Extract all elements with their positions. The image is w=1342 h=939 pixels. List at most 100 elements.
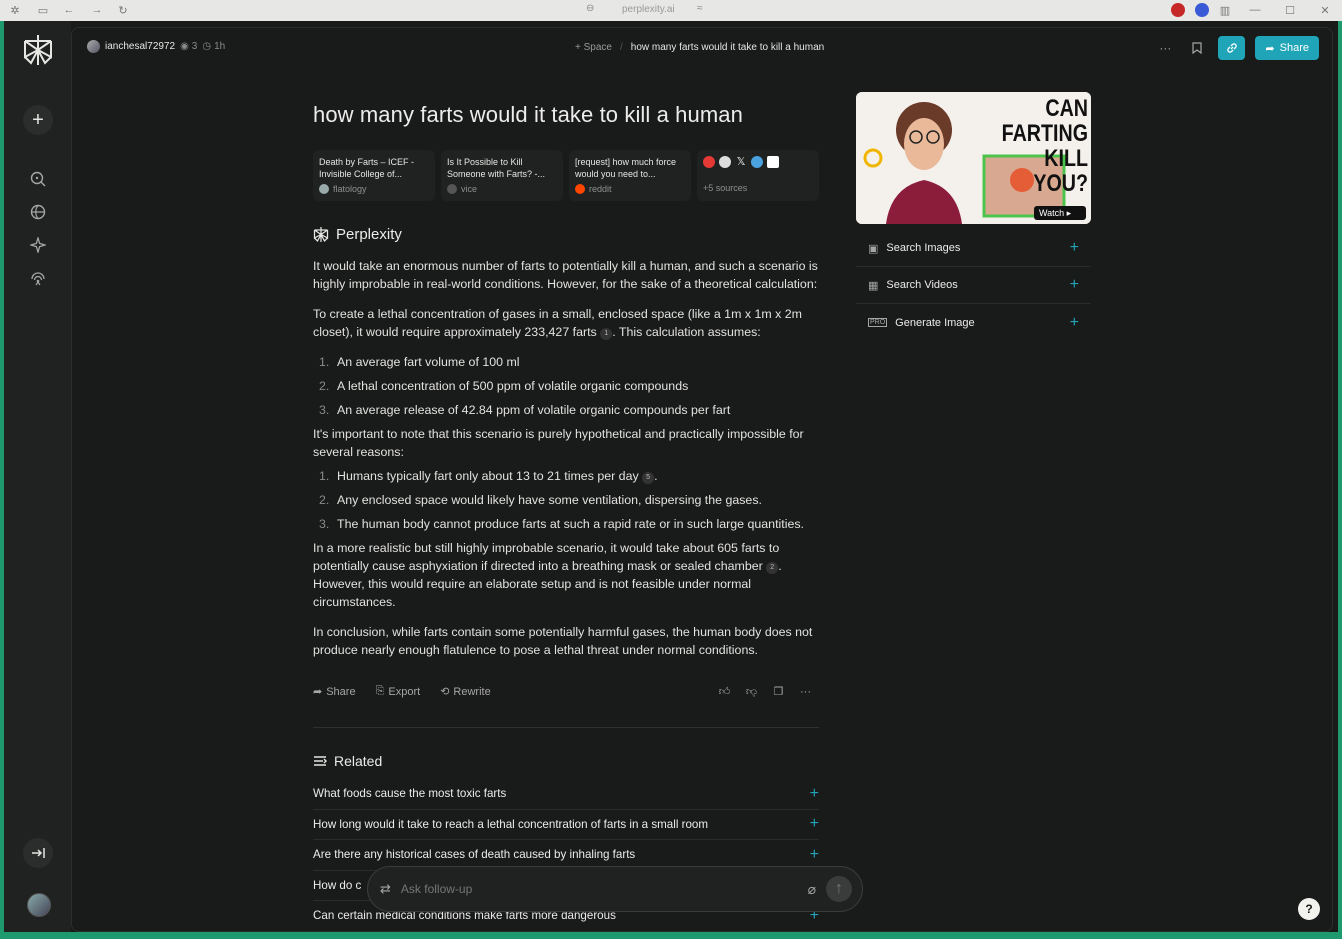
more-sources-label: +5 sources — [703, 183, 748, 193]
follow-up-bar: ⇄ ⌀ ↑ — [367, 866, 863, 912]
source-domain: vice — [461, 184, 478, 194]
divider — [313, 727, 819, 728]
search-home-icon[interactable] — [30, 171, 46, 187]
attach-paperclip-icon[interactable]: ⌀ — [808, 881, 816, 898]
answer-actions: ➦ Share ⎘ Export ⟲ Rewrite 👍︎ 👎︎ ❐ ··· — [313, 685, 819, 698]
snowflake-icon — [751, 156, 763, 168]
source-favicon — [319, 184, 329, 194]
list-item: 1. Humans typically fart only about 13 to… — [313, 467, 819, 485]
library-broadcast-icon[interactable] — [30, 270, 46, 286]
thumbs-down-icon[interactable]: 👎︎ — [738, 685, 765, 698]
related-item[interactable]: How long would it take to reach a lethal… — [313, 810, 819, 840]
maximize-icon[interactable]: ☐ — [1283, 3, 1297, 17]
back-icon[interactable]: ← — [62, 3, 76, 17]
rewrite-icon: ⟲ — [440, 686, 450, 698]
answer-header: Perplexity — [313, 226, 402, 243]
list-text: An average fart volume of 100 ml — [337, 355, 520, 369]
more-icon[interactable]: ··· — [792, 686, 819, 698]
perplexity-icon — [313, 227, 329, 243]
related-text: Are there any historical cases of death … — [313, 848, 636, 862]
spaces-sparkle-icon[interactable] — [30, 237, 46, 253]
search-images-button[interactable]: ▣ Search Images + — [856, 230, 1091, 267]
more-sources-card[interactable]: 𝕏 +5 sources — [697, 150, 819, 201]
source-card[interactable]: Is It Possible to Kill Someone with Fart… — [441, 150, 563, 201]
video-thumbnail[interactable]: CAN FARTING KILL YOU? Watch ▸ — [856, 92, 1091, 224]
owner-avatar — [87, 40, 100, 53]
add-to-space-button[interactable]: + Space — [575, 42, 612, 53]
list-text: A lethal concentration of 500 ppm of vol… — [337, 379, 689, 393]
discover-globe-icon[interactable] — [30, 204, 46, 220]
export-button[interactable]: ⎘ Export — [376, 685, 421, 698]
answer-paragraph: It would take an enormous number of fart… — [313, 259, 818, 291]
new-thread-button[interactable]: + — [23, 105, 53, 135]
citation-badge[interactable]: 5 — [642, 472, 655, 484]
related-item[interactable]: What foods cause the most toxic farts + — [313, 779, 819, 810]
more-options-icon[interactable]: ··· — [1154, 37, 1176, 59]
shuffle-icon[interactable]: ⇄ — [380, 881, 391, 897]
watch-button[interactable]: Watch ▸ — [1039, 208, 1071, 219]
search-videos-button[interactable]: ▦ Search Videos + — [856, 267, 1091, 304]
help-button[interactable]: ? — [1298, 898, 1320, 920]
list-number: 1. — [319, 355, 330, 369]
split-view-icon[interactable]: ▥ — [1218, 3, 1232, 17]
minimize-icon[interactable]: — — [1248, 3, 1262, 17]
text-span: . — [654, 469, 658, 483]
citation-badge[interactable]: 2 — [766, 562, 779, 574]
pro-badge-icon: PRO — [868, 318, 888, 327]
copy-link-button[interactable] — [1218, 36, 1246, 60]
thumbs-up-icon[interactable]: 👍︎ — [711, 685, 738, 698]
list-text: An average release of 42.84 ppm of volat… — [337, 403, 731, 417]
link-icon — [1227, 43, 1237, 53]
source-card[interactable]: Death by Farts – ICEF - Invisible Colleg… — [313, 150, 435, 201]
source-card[interactable]: [request] how much force would you need … — [569, 150, 691, 201]
answer-paragraph: To create a lethal concentration of gase… — [313, 305, 819, 341]
owner-username[interactable]: ianchesal72972 — [105, 41, 175, 52]
citation-badge[interactable]: 1 — [600, 328, 613, 340]
source-title: [request] how much force would you need … — [575, 157, 677, 179]
view-count: ◉ 3 — [180, 41, 197, 52]
list-text: The human body cannot produce farts at s… — [337, 517, 804, 531]
expand-sidebar-button[interactable] — [23, 838, 53, 868]
plus-icon: + — [809, 784, 819, 802]
list-item: 3. An average release of 42.84 ppm of vol… — [313, 401, 819, 419]
list-text: Any enclosed space would likely have som… — [337, 493, 762, 507]
share-button[interactable]: ➦ Share — [1255, 36, 1319, 60]
source-title: Is It Possible to Kill Someone with Fart… — [447, 157, 546, 179]
url-text[interactable]: perplexity.ai — [622, 4, 675, 15]
close-window-icon[interactable]: ✕ — [1318, 3, 1332, 17]
forward-icon[interactable]: → — [90, 3, 104, 17]
page-settings-icon[interactable]: ≈ — [697, 3, 703, 14]
site-info-icon[interactable]: ⊖ — [586, 3, 594, 14]
list-number: 3. — [319, 403, 330, 417]
sidebar: + — [4, 21, 71, 932]
extension-icon[interactable] — [1195, 3, 1209, 17]
share-icon: ➦ — [313, 686, 323, 698]
breadcrumb-separator: / — [619, 42, 623, 53]
action-label: Rewrite — [453, 685, 491, 698]
submit-arrow-button[interactable]: ↑ — [826, 876, 852, 902]
list-item: 1. An average fart volume of 100 ml — [313, 353, 819, 371]
bookmark-icon[interactable] — [1186, 37, 1208, 59]
copy-icon[interactable]: ❐ — [765, 685, 792, 698]
sidebar-toggle-icon[interactable]: ▭ — [36, 3, 50, 17]
answer-brand: Perplexity — [336, 226, 402, 243]
reload-icon[interactable]: ↻ — [116, 3, 130, 17]
header-actions: ··· ➦ Share — [1154, 36, 1319, 60]
globe-icon — [719, 156, 731, 168]
follow-up-input[interactable] — [400, 882, 798, 896]
action-label: Export — [388, 685, 421, 698]
list-item: 3. The human body cannot produce farts at… — [313, 515, 819, 533]
rewrite-button[interactable]: ⟲ Rewrite — [440, 685, 491, 699]
answer-body: It would take an enormous number of fart… — [313, 257, 819, 671]
perplexity-logo-icon[interactable] — [22, 33, 54, 72]
video-film-icon: ▦ — [868, 279, 879, 292]
related-text: How do c — [313, 878, 362, 892]
user-avatar[interactable] — [27, 893, 51, 917]
answer-paragraph: In a more realistic but still highly imp… — [313, 539, 819, 611]
source-domain: reddit — [589, 184, 612, 194]
browser-logo-icon: ✲ — [10, 4, 20, 17]
share-answer-button[interactable]: ➦ Share — [313, 685, 356, 699]
generate-image-button[interactable]: PRO Generate Image + — [856, 304, 1091, 341]
ublock-extension-icon[interactable] — [1171, 3, 1185, 17]
thumbnail-caption-line: KILL YOU? — [1033, 145, 1088, 197]
